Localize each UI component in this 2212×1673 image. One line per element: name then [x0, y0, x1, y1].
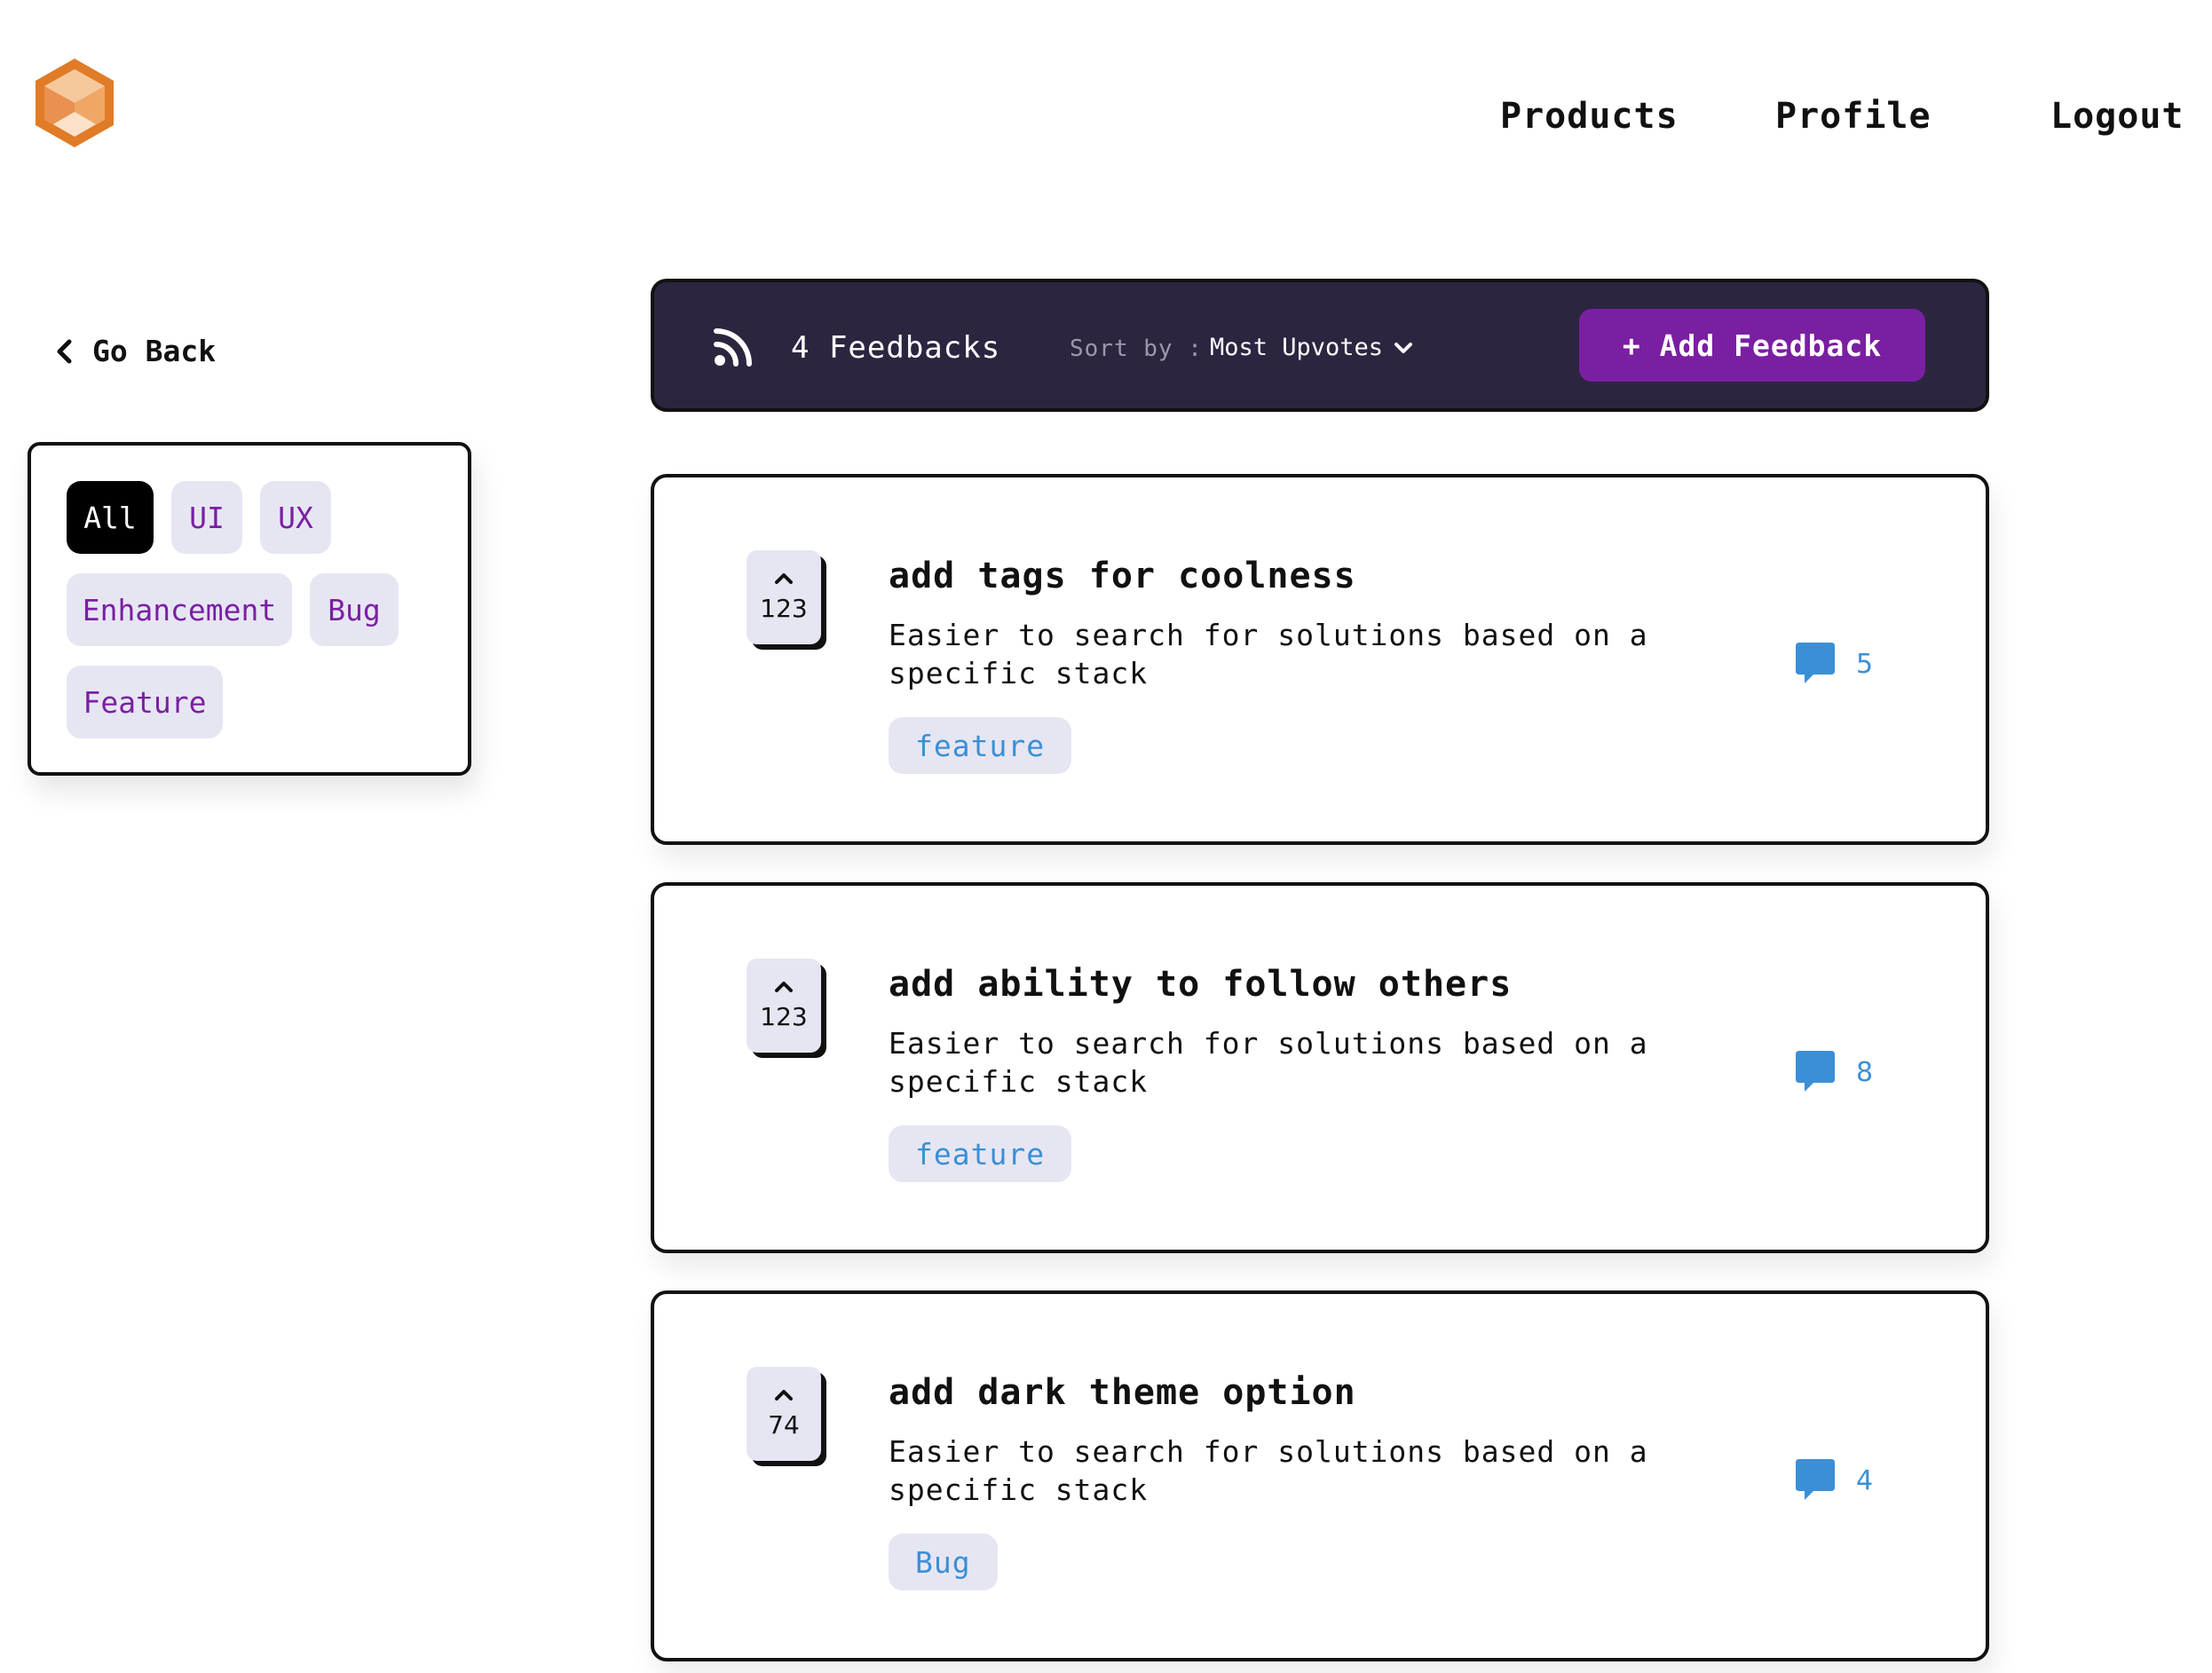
filter-chip-feature[interactable]: Feature — [67, 666, 223, 738]
sort-value: Most Upvotes — [1210, 334, 1384, 361]
comments-link[interactable]: 5 — [1792, 641, 1873, 687]
feedback-card[interactable]: 123 add ability to follow others Easier … — [651, 882, 1989, 1253]
chevron-up-icon — [775, 1389, 793, 1401]
feedback-toolbar: 4 Feedbacks Sort by : Most Upvotes + Add… — [651, 279, 1989, 412]
upvote-count: 74 — [768, 1409, 800, 1440]
filter-chip-ux[interactable]: UX — [260, 481, 331, 554]
rss-icon — [714, 328, 752, 367]
nav-logout[interactable]: Logout — [2050, 96, 2184, 137]
nav-profile[interactable]: Profile — [1775, 96, 1932, 137]
comment-count: 5 — [1856, 648, 1874, 680]
logo-icon[interactable] — [34, 57, 115, 149]
sort-dropdown[interactable]: Most Upvotes — [1210, 334, 1413, 361]
sort-label: Sort by : — [1070, 335, 1203, 362]
upvote-count: 123 — [760, 593, 808, 623]
upvote-button[interactable]: 123 — [747, 550, 821, 644]
comments-link[interactable]: 4 — [1792, 1457, 1873, 1503]
chevron-up-icon — [775, 572, 793, 584]
comment-bubble-icon — [1796, 643, 1835, 683]
feedback-title[interactable]: add tags for coolness — [889, 556, 1356, 596]
filter-chip-bug[interactable]: Bug — [310, 573, 399, 646]
feedback-tag[interactable]: Bug — [889, 1534, 998, 1590]
filter-chip-ui[interactable]: UI — [171, 481, 242, 554]
feedback-card[interactable]: 123 add tags for coolness Easier to sear… — [651, 474, 1989, 845]
comment-bubble-icon — [1796, 1459, 1835, 1500]
add-feedback-button[interactable]: + Add Feedback — [1579, 309, 1925, 382]
upvote-count: 123 — [760, 1001, 808, 1031]
comments-link[interactable]: 8 — [1792, 1049, 1873, 1095]
go-back-link[interactable]: Go Back — [55, 334, 216, 368]
comment-count: 4 — [1856, 1464, 1874, 1496]
category-filter-panel: All UI UX Enhancement Bug Feature — [28, 442, 471, 776]
comment-bubble-icon — [1796, 1051, 1835, 1092]
upvote-button[interactable]: 74 — [747, 1367, 821, 1461]
feedback-tag[interactable]: feature — [889, 717, 1072, 774]
feedback-count: 4 Feedbacks — [791, 330, 1001, 366]
feedback-description: Easier to search for solutions based on … — [889, 1434, 1648, 1507]
chevron-up-icon — [775, 981, 793, 992]
filter-chip-enhancement[interactable]: Enhancement — [67, 573, 292, 646]
chevron-left-icon — [57, 339, 72, 363]
nav-products[interactable]: Products — [1500, 96, 1679, 137]
go-back-label: Go Back — [92, 334, 217, 368]
feedback-tag[interactable]: feature — [889, 1125, 1072, 1182]
feedback-description: Easier to search for solutions based on … — [889, 1026, 1648, 1099]
feedback-title[interactable]: add dark theme option — [889, 1372, 1356, 1413]
chevron-down-icon — [1394, 342, 1413, 353]
feedback-description: Easier to search for solutions based on … — [889, 618, 1648, 691]
feedback-card[interactable]: 74 add dark theme option Easier to searc… — [651, 1290, 1989, 1661]
feedback-title[interactable]: add ability to follow others — [889, 964, 1512, 1005]
comment-count: 8 — [1856, 1056, 1874, 1088]
upvote-button[interactable]: 123 — [747, 959, 821, 1053]
filter-chip-all[interactable]: All — [67, 481, 154, 554]
